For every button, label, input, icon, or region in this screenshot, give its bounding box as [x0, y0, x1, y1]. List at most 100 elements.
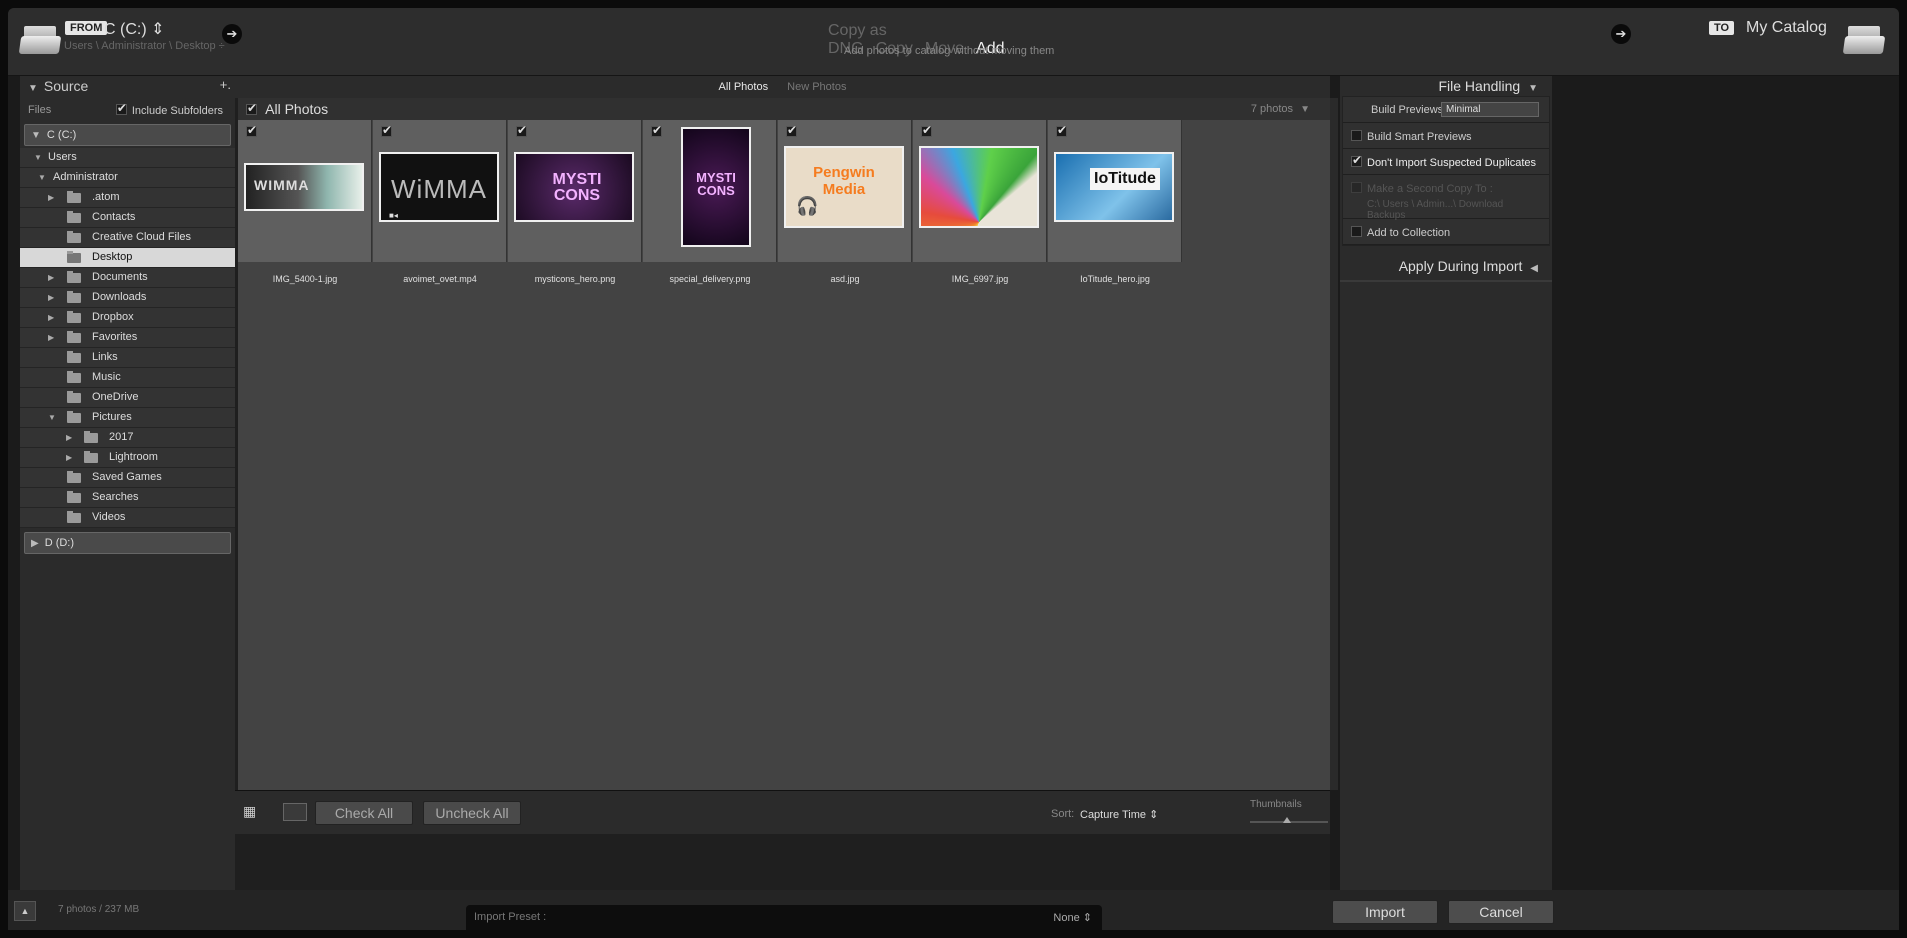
tree-item-creative-cloud-files[interactable]: Creative Cloud Files — [20, 228, 235, 248]
photo-cell[interactable]: MYSTI CONS mysticons_hero.png — [508, 120, 642, 284]
tree-item-favorites[interactable]: ▶ Favorites — [20, 328, 235, 348]
source-panel-header[interactable]: ▼ Source +. — [20, 76, 235, 96]
slider-thumb-icon[interactable] — [1283, 817, 1291, 823]
smart-previews-row[interactable]: Build Smart Previews — [1343, 123, 1549, 149]
folder-icon — [84, 451, 98, 463]
import-preset-select[interactable]: None ⇕ — [1053, 911, 1092, 924]
tree-item-searches[interactable]: Searches — [20, 488, 235, 508]
source-path[interactable]: Users \ Administrator \ Desktop ÷ — [64, 40, 225, 52]
volume-d[interactable]: ▶ D (D:) — [24, 532, 231, 554]
source-selector[interactable]: C (C:) ⇕ — [104, 19, 165, 39]
tree-item-downloads[interactable]: ▶ Downloads — [20, 288, 235, 308]
sort-selector[interactable]: Capture Time ⇕ — [1080, 808, 1158, 821]
tree-item-music[interactable]: Music — [20, 368, 235, 388]
photo-checkbox[interactable] — [246, 123, 257, 137]
photo-cell[interactable]: WiMMA ■◂ avoimet_ovet.mp4 — [373, 120, 507, 284]
tree-item-desktop[interactable]: Desktop — [20, 248, 235, 268]
add-collection-label: Add to Collection — [1367, 227, 1451, 239]
tree-item-contacts[interactable]: Contacts — [20, 208, 235, 228]
tree-label: Music — [92, 371, 121, 383]
mode-description: Add photos to catalog without moving the… — [844, 45, 1055, 57]
tree-item-dropbox[interactable]: ▶ Dropbox — [20, 308, 235, 328]
grid-scrollbar[interactable] — [1330, 98, 1338, 790]
volume-c[interactable]: ▼ C (C:) — [24, 124, 231, 146]
photo-grid-area: All Photos New Photos All Photos 7 photo… — [235, 76, 1338, 890]
tree-item-videos[interactable]: Videos — [20, 508, 235, 528]
source-drive-icon — [18, 22, 62, 58]
photo-checkbox[interactable] — [1056, 123, 1067, 137]
photo-checkbox[interactable] — [651, 123, 662, 137]
second-copy-checkbox[interactable] — [1351, 182, 1362, 193]
photo-checkbox[interactable] — [516, 123, 527, 137]
expand-triangle-icon: ▼ — [48, 413, 56, 422]
thumbnail-text: Pengwin Media — [813, 164, 875, 198]
folder-icon — [67, 511, 81, 523]
photo-cell[interactable]: MYSTI CONS special_delivery.png — [643, 120, 777, 284]
destination-catalog-icon — [1842, 22, 1886, 58]
thumbnail-size-slider[interactable] — [1250, 817, 1328, 823]
tree-item-onedrive[interactable]: OneDrive — [20, 388, 235, 408]
add-collection-checkbox[interactable] — [1351, 226, 1362, 237]
smart-previews-checkbox[interactable] — [1351, 130, 1362, 141]
photo-checkbox[interactable] — [786, 123, 797, 137]
files-label: Files — [28, 104, 52, 116]
photo-cell[interactable]: IMG_6997.jpg — [913, 120, 1047, 284]
tree-item-documents[interactable]: ▶ Documents — [20, 268, 235, 288]
check-all-button[interactable]: Check All — [315, 801, 413, 825]
add-collection-row[interactable]: Add to Collection — [1343, 219, 1549, 245]
include-subfolders-label: Include Subfolders — [131, 105, 223, 117]
photo-checkbox[interactable] — [921, 123, 932, 137]
select-all-checkbox[interactable] — [246, 101, 257, 115]
build-previews-select[interactable]: Minimal — [1441, 102, 1539, 117]
photo-checkbox[interactable] — [381, 123, 392, 137]
photo-filename: IMG_5400-1.jpg — [272, 274, 338, 284]
folder-icon — [67, 231, 81, 243]
file-handling-header[interactable]: File Handling ▼ — [1340, 76, 1552, 96]
tree-item-saved-games[interactable]: Saved Games — [20, 468, 235, 488]
photo-count: 7 photos ▼ — [1251, 103, 1310, 115]
tree-item-atom[interactable]: ▶ .atom — [20, 188, 235, 208]
photo-filename: IMG_6997.jpg — [951, 274, 1009, 284]
uncheck-all-button[interactable]: Uncheck All — [423, 801, 521, 825]
import-preset-label: Import Preset : — [474, 911, 547, 923]
all-photos-bar: All Photos 7 photos ▼ — [238, 98, 1330, 120]
tree-item-users[interactable]: ▼ Users — [20, 148, 235, 168]
compact-mode-button[interactable]: ▲ — [14, 901, 36, 921]
no-duplicates-row[interactable]: Don't Import Suspected Duplicates — [1343, 149, 1549, 175]
photo-cell[interactable]: WIMMA IMG_5400-1.jpg — [238, 120, 372, 284]
collapsed-triangle-icon: ◀ — [1530, 263, 1538, 274]
tree-item-links[interactable]: Links — [20, 348, 235, 368]
photo-cell[interactable]: IoTitude IoTitude_hero.jpg — [1048, 120, 1182, 284]
apply-during-import-header[interactable]: Apply During Import ◀ — [1340, 246, 1552, 282]
collapsed-triangle-icon: ▶ — [66, 453, 73, 462]
include-subfolders-toggle[interactable]: Include Subfolders — [115, 101, 223, 117]
smart-previews-label: Build Smart Previews — [1367, 131, 1472, 143]
photo-cell[interactable]: Pengwin Media 🎧 asd.jpg — [778, 120, 912, 284]
photo-filename: mysticons_hero.png — [534, 274, 616, 284]
import-preset-bar[interactable]: Import Preset : None ⇕ — [466, 905, 1102, 930]
tree-label: Videos — [92, 511, 126, 523]
folder-icon — [67, 471, 81, 483]
no-duplicates-checkbox[interactable] — [1351, 153, 1362, 167]
tree-item-lightroom[interactable]: ▶ Lightroom — [20, 448, 235, 468]
grid-view-icon[interactable]: ▦ — [243, 803, 267, 821]
tree-label: 2017 — [109, 431, 134, 443]
tree-item-pictures[interactable]: ▼ Pictures — [20, 408, 235, 428]
tree-item-administrator[interactable]: ▼ Administrator — [20, 168, 235, 188]
tree-label: Contacts — [92, 211, 136, 223]
sort-menu-icon[interactable]: ▼ — [1300, 104, 1310, 115]
file-handling-panel: File Handling ▼ Build Previews Minimal B… — [1340, 76, 1552, 890]
sort-label: Sort: — [1051, 808, 1075, 820]
import-footer: ▲ 7 photos / 237 MB Import Preset : None… — [8, 890, 1899, 930]
cancel-button[interactable]: Cancel — [1448, 900, 1554, 924]
tree-item-2017[interactable]: ▶ 2017 — [20, 428, 235, 448]
add-source-icon[interactable]: +. — [220, 77, 231, 92]
tab-new-photos[interactable]: New Photos — [787, 81, 846, 93]
thumbnail-text: MYSTI CONS — [552, 171, 602, 204]
import-button[interactable]: Import — [1332, 900, 1438, 924]
tab-all-photos[interactable]: All Photos — [719, 81, 769, 93]
destination-name[interactable]: My Catalog — [1746, 19, 1827, 37]
tree-label: Pictures — [92, 411, 132, 423]
folder-icon — [67, 371, 81, 383]
loupe-view-icon[interactable] — [283, 803, 307, 821]
